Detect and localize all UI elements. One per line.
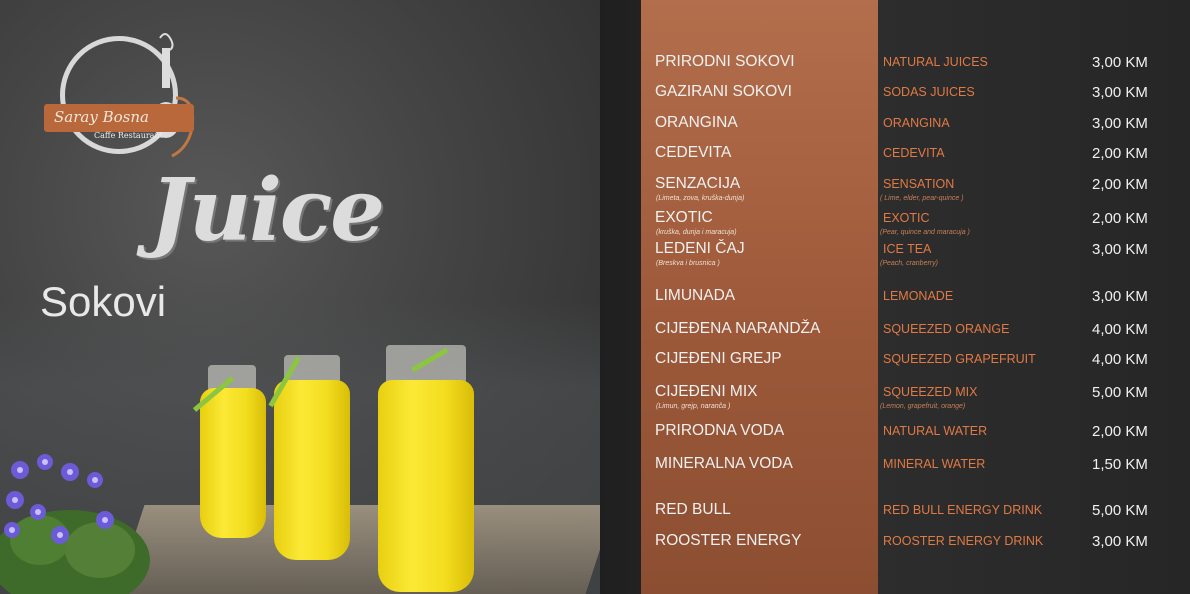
- item-english-name: SODAS JUICES: [883, 85, 975, 99]
- item-price: 5,00 KM: [1092, 502, 1148, 519]
- item-name: ORANGINA: [655, 114, 738, 131]
- table-surface: [115, 505, 615, 594]
- item-name: CIJEĐENI MIX: [655, 383, 758, 400]
- item-name: CIJEĐENA NARANDŽA: [655, 320, 821, 337]
- item-name: CIJEĐENI GREJP: [655, 350, 782, 367]
- item-price: 2,00 KM: [1092, 145, 1148, 162]
- item-english-ingredients: (Lemon, grapefruit, orange): [880, 403, 966, 410]
- item-ingredients: (Limun, grejp, naranča ): [656, 403, 731, 410]
- script-title: Juice: [150, 160, 385, 261]
- item-english-name: CEDEVITA: [883, 146, 945, 160]
- item-english-name: EXOTIC: [883, 211, 930, 225]
- item-english-name: SQUEEZED ORANGE: [883, 322, 1010, 336]
- item-ingredients: (Breskva i brusnica ): [656, 260, 720, 267]
- brand-name: Saray Bosna: [54, 108, 149, 126]
- juice-carafe: [274, 380, 350, 560]
- item-price: 5,00 KM: [1092, 384, 1148, 401]
- item-price: 1,50 KM: [1092, 456, 1148, 473]
- item-price: 3,00 KM: [1092, 533, 1148, 550]
- item-ingredients: (kruška, dunja i maracuja): [656, 229, 737, 236]
- item-english-name: ICE TEA: [883, 242, 932, 256]
- item-english-name: NATURAL JUICES: [883, 55, 988, 69]
- item-english-name: ROOSTER ENERGY DRINK: [883, 534, 1044, 548]
- item-price: 3,00 KM: [1092, 115, 1148, 132]
- item-english-name: SQUEEZED GRAPEFRUIT: [883, 352, 1036, 366]
- item-english-ingredients: ( Lime, elder, pear-quince ): [880, 195, 964, 202]
- item-english-name: SQUEEZED MIX: [883, 385, 978, 399]
- item-name: EXOTIC: [655, 209, 713, 226]
- item-price: 3,00 KM: [1092, 54, 1148, 71]
- item-english-name: RED BULL ENERGY DRINK: [883, 503, 1043, 517]
- item-english-name: SENSATION: [883, 177, 955, 191]
- item-english-ingredients: (Pear, quince and maracuja ): [880, 229, 970, 236]
- item-price: 3,00 KM: [1092, 288, 1148, 305]
- item-price: 3,00 KM: [1092, 84, 1148, 101]
- item-english-name: LEMONADE: [883, 289, 954, 303]
- item-price: 2,00 KM: [1092, 210, 1148, 227]
- section-title: Sokovi: [40, 278, 167, 325]
- juice-carafe: [378, 380, 474, 592]
- juice-carafe: [200, 388, 266, 538]
- flower-plant: [0, 454, 150, 594]
- item-price: 2,00 KM: [1092, 176, 1148, 193]
- item-name: SENZACIJA: [655, 175, 741, 192]
- item-price: 3,00 KM: [1092, 241, 1148, 258]
- item-name: LEDENI ČAJ: [655, 240, 745, 257]
- item-english-ingredients: (Peach, cranberry): [880, 260, 938, 267]
- item-name: GAZIRANI SOKOVI: [655, 83, 792, 100]
- restaurant-logo: Saray Bosna Caffe Restaurant: [40, 28, 200, 158]
- item-name: ROOSTER ENERGY: [655, 532, 802, 549]
- item-name: LIMUNADA: [655, 287, 736, 304]
- menu-page: Saray Bosna Caffe Restaurant Juice Sokov…: [0, 0, 1190, 594]
- item-name: PRIRODNA VODA: [655, 422, 785, 439]
- item-price: 2,00 KM: [1092, 423, 1148, 440]
- item-ingredients: (Limeta, zova, kruška-dunja): [656, 195, 745, 202]
- item-name: RED BULL: [655, 501, 731, 518]
- item-english-name: MINERAL WATER: [883, 457, 986, 471]
- item-english-name: ORANGINA: [883, 116, 950, 130]
- item-name: PRIRODNI SOKOVI: [655, 53, 795, 70]
- item-name: CEDEVITA: [655, 144, 732, 161]
- brand-tagline: Caffe Restaurant: [94, 131, 163, 140]
- item-price: 4,00 KM: [1092, 321, 1148, 338]
- item-english-name: NATURAL WATER: [883, 424, 988, 438]
- item-price: 4,00 KM: [1092, 351, 1148, 368]
- item-name: MINERALNA VODA: [655, 455, 793, 472]
